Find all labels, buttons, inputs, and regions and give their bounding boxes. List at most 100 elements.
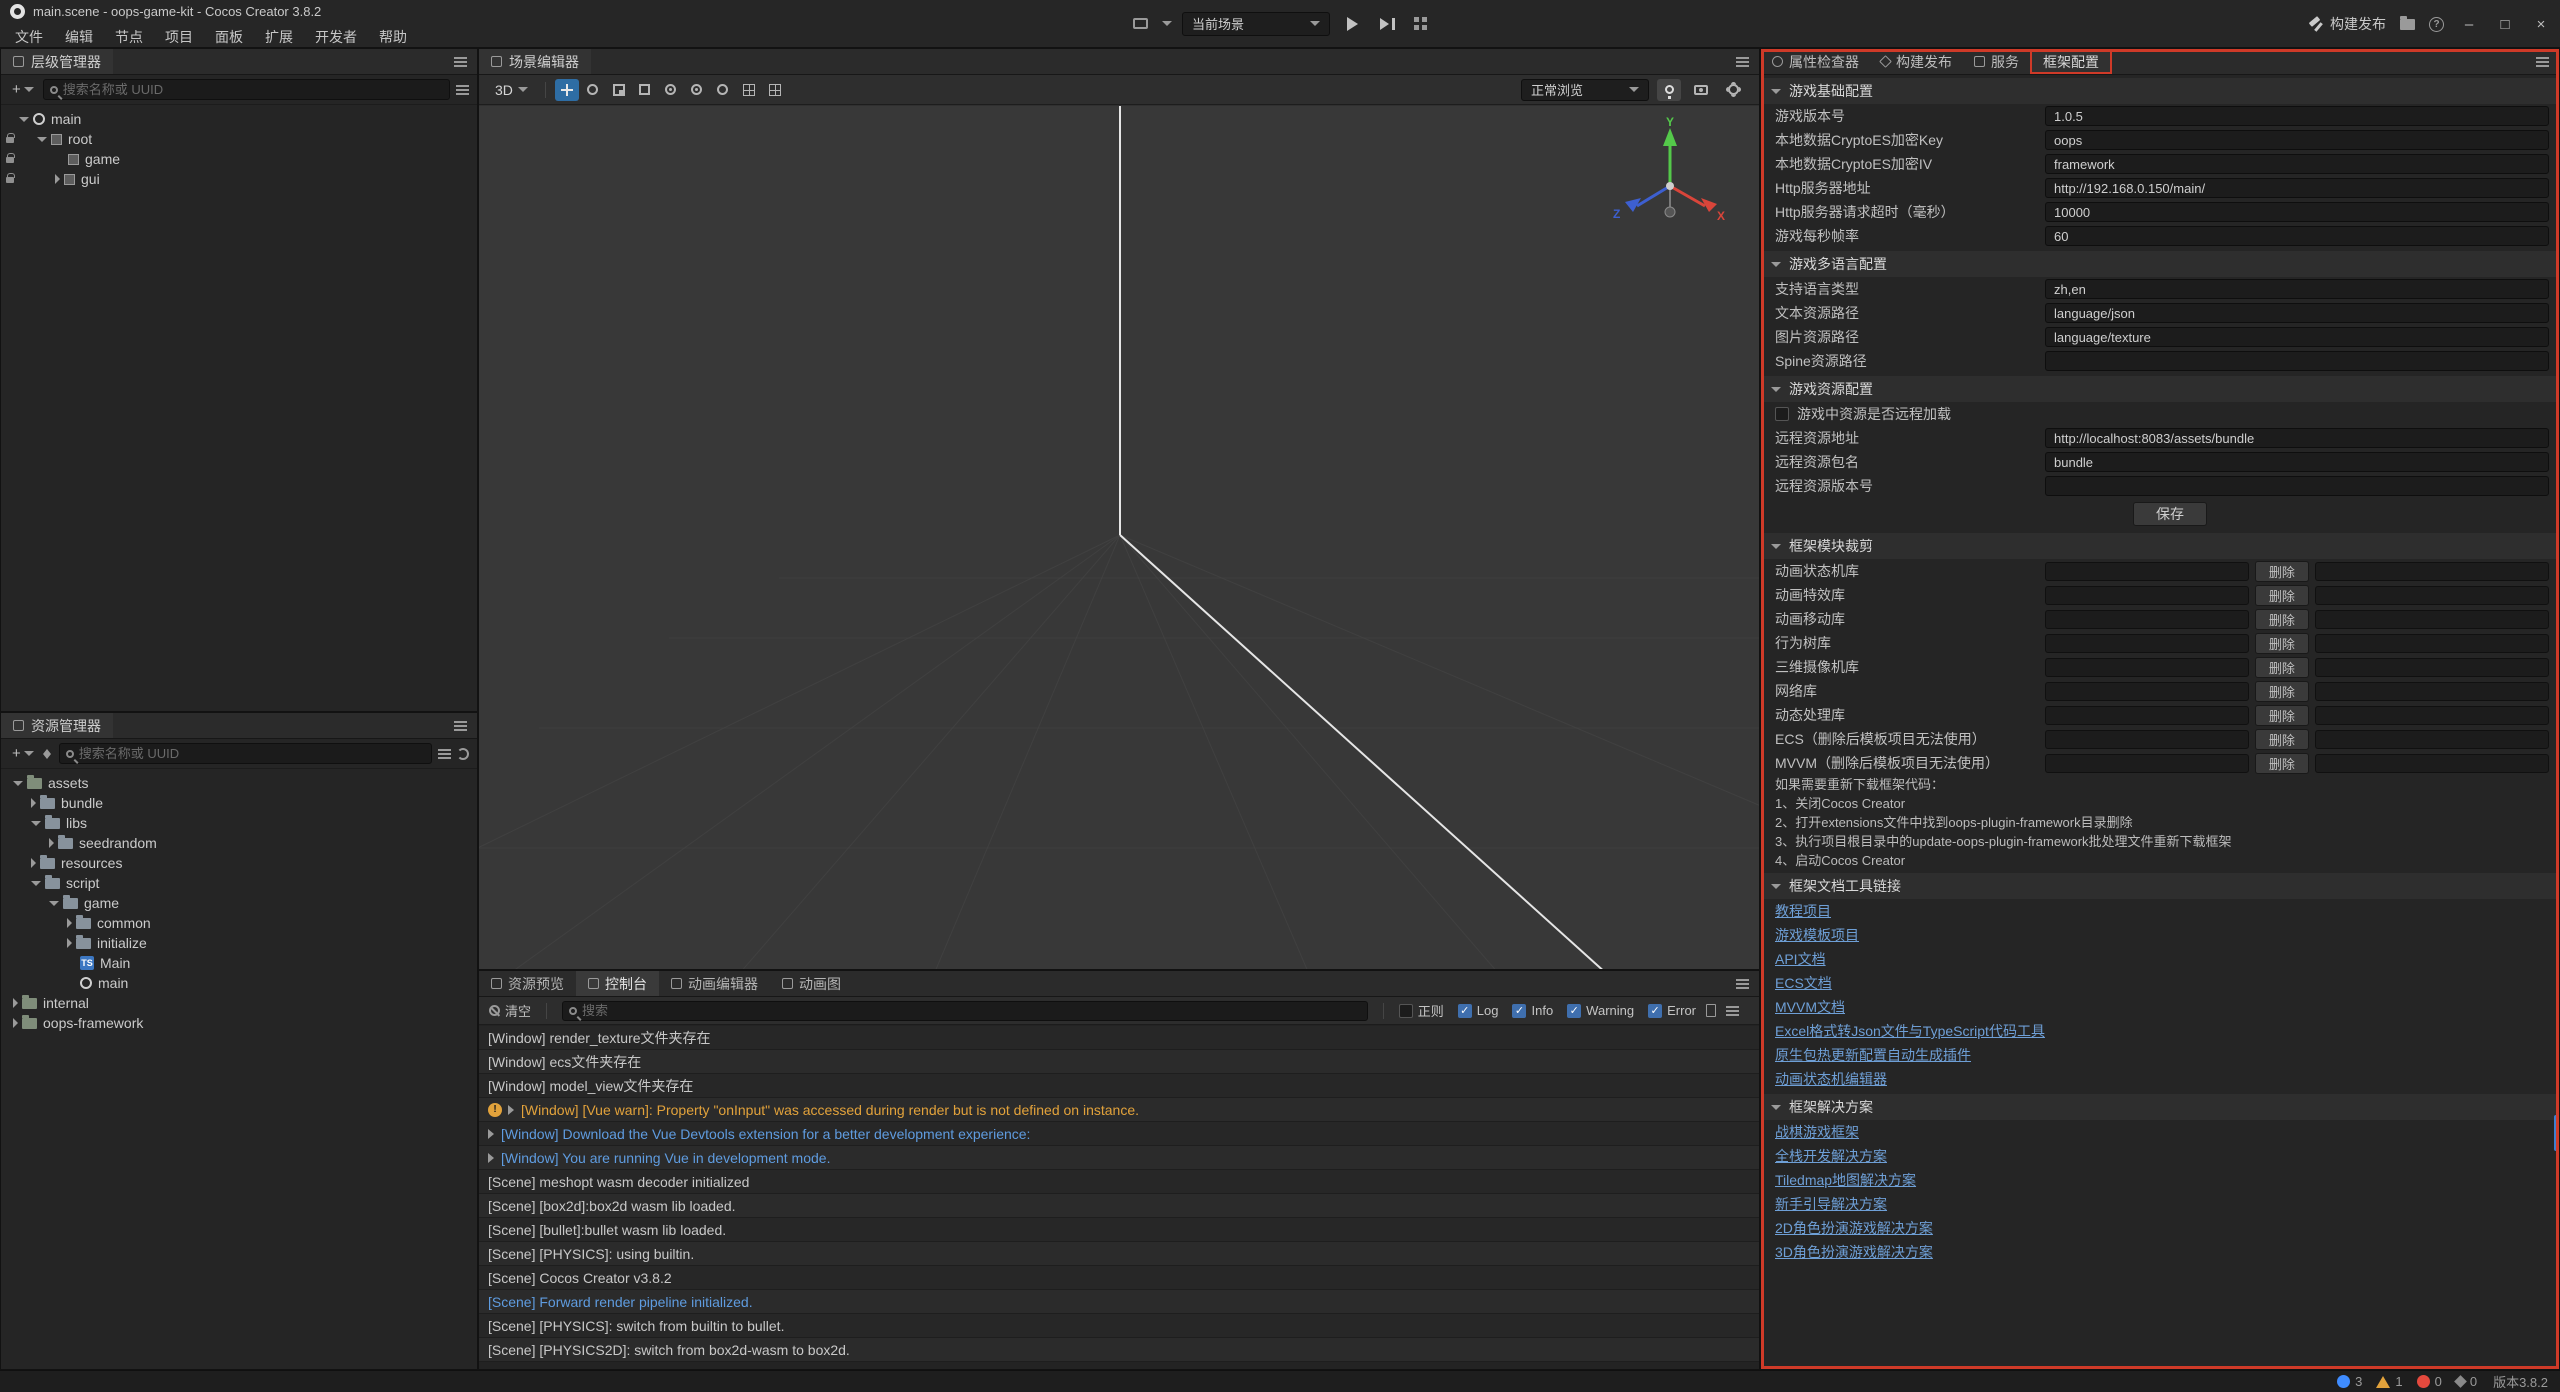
sort-icon[interactable]	[43, 748, 53, 760]
console-tab-2[interactable]: 控制台	[576, 971, 659, 996]
doc-link[interactable]: API文档	[1761, 947, 1826, 971]
delete-button[interactable]: 删除	[2255, 633, 2309, 654]
doc-link[interactable]: ECS文档	[1761, 971, 1832, 995]
rotate-tool[interactable]	[581, 79, 605, 101]
asset-node-internal[interactable]: internal	[1, 993, 477, 1013]
filter-Info[interactable]: ✓Info	[1512, 1001, 1553, 1020]
asset-node-assets[interactable]: assets	[1, 773, 477, 793]
config-input[interactable]	[2045, 106, 2549, 126]
panel-menu-icon[interactable]	[1726, 1010, 1739, 1012]
doc-link[interactable]: 游戏模板项目	[1761, 923, 1859, 947]
open-project-folder-icon[interactable]	[2400, 19, 2415, 30]
filter-正则[interactable]: 正则	[1399, 1001, 1444, 1020]
menu-item-1[interactable]: 文件	[4, 24, 54, 50]
log-row[interactable]: [Window] You are running Vue in developm…	[479, 1146, 1759, 1170]
expand-arrow-icon[interactable]	[67, 918, 72, 928]
asset-node-oops-framework[interactable]: oops-framework	[1, 1013, 477, 1033]
inspector-tab-3[interactable]: 服务	[1963, 49, 2030, 74]
asset-node-game[interactable]: game	[1, 893, 477, 913]
tab-assets[interactable]: 资源管理器	[1, 713, 113, 738]
config-input[interactable]	[2045, 226, 2549, 246]
checkbox-icon[interactable]: ✓	[1648, 1004, 1662, 1018]
camera-button[interactable]	[1689, 79, 1713, 101]
filter-Warning[interactable]: ✓Warning	[1567, 1001, 1634, 1020]
log-row[interactable]: [Window] model_view文件夹存在	[479, 1074, 1759, 1098]
menu-item-2[interactable]: 编辑	[54, 24, 104, 50]
device-caret-icon[interactable]	[1162, 21, 1172, 26]
checkbox-icon[interactable]: ✓	[1567, 1004, 1581, 1018]
menu-item-4[interactable]: 项目	[154, 24, 204, 50]
log-row[interactable]: [Scene] [PHYSICS]: using builtin.	[479, 1242, 1759, 1266]
assets-search-input[interactable]	[79, 746, 425, 761]
checkbox-icon[interactable]: ✓	[1458, 1004, 1472, 1018]
light-toggle[interactable]	[1657, 79, 1681, 101]
maximize-button[interactable]: □	[2494, 16, 2516, 33]
filter-icon[interactable]	[438, 753, 451, 755]
delete-button[interactable]: 删除	[2255, 705, 2309, 726]
config-input[interactable]	[2045, 154, 2549, 174]
delete-button[interactable]: 删除	[2255, 657, 2309, 678]
preview-device-icon[interactable]	[1128, 12, 1152, 36]
assets-search[interactable]	[59, 743, 432, 764]
asset-node-common[interactable]: common	[1, 913, 477, 933]
config-input[interactable]	[2045, 452, 2549, 472]
log-row[interactable]: ![Window] [Vue warn]: Property "onInput"…	[479, 1098, 1759, 1122]
expand-arrow-icon[interactable]	[488, 1129, 494, 1139]
move-tool[interactable]	[555, 79, 579, 101]
config-input[interactable]	[2045, 130, 2549, 150]
play-button[interactable]	[1340, 12, 1364, 36]
solution-link[interactable]: 全栈开发解决方案	[1761, 1144, 1887, 1168]
gear-button[interactable]	[1721, 79, 1745, 101]
checkbox-icon[interactable]: ✓	[1512, 1004, 1526, 1018]
expand-arrow-icon[interactable]	[508, 1105, 514, 1115]
asset-node-Main[interactable]: TSMain	[1, 953, 477, 973]
panel-menu-icon[interactable]	[454, 725, 467, 727]
solution-link[interactable]: 3D角色扮演游戏解决方案	[1761, 1240, 1933, 1264]
panel-menu-icon[interactable]	[1736, 61, 1749, 63]
log-row[interactable]: [Window] Download the Vue Devtools exten…	[479, 1122, 1759, 1146]
panel-menu-icon[interactable]	[1736, 983, 1749, 985]
step-button[interactable]	[1374, 12, 1398, 36]
tab-scene-editor[interactable]: 场景编辑器	[479, 49, 591, 74]
close-button[interactable]: ×	[2530, 16, 2552, 33]
console-search-input[interactable]	[582, 1003, 1361, 1018]
doc-link[interactable]: 动画状态机编辑器	[1761, 1067, 1887, 1091]
console-tab-3[interactable]: 动画编辑器	[659, 971, 770, 996]
delete-button[interactable]: 删除	[2255, 729, 2309, 750]
asset-node-initialize[interactable]: initialize	[1, 933, 477, 953]
log-row[interactable]: [Scene] meshopt wasm decoder initialized	[479, 1170, 1759, 1194]
create-node-button[interactable]: +	[9, 81, 37, 98]
section-header[interactable]: 游戏资源配置	[1761, 376, 2559, 402]
config-input[interactable]	[2045, 351, 2549, 371]
log-row[interactable]: [Scene] [PHYSICS2D]: switch from box2d-w…	[479, 1338, 1759, 1362]
asset-node-main[interactable]: main	[1, 973, 477, 993]
remote-load-checkbox-row[interactable]: 游戏中资源是否远程加载	[1761, 402, 2559, 426]
save-button[interactable]: 保存	[2133, 502, 2207, 526]
expand-arrow-icon[interactable]	[13, 781, 23, 786]
expand-arrow-icon[interactable]	[31, 881, 41, 886]
hierarchy-search[interactable]	[43, 79, 450, 100]
view-mode-dropdown[interactable]: 正常浏览	[1521, 79, 1649, 101]
expand-arrow-icon[interactable]	[13, 1018, 18, 1028]
log-row[interactable]: [Window] render_texture文件夹存在	[479, 1026, 1759, 1050]
asset-node-seedrandom[interactable]: seedrandom	[1, 833, 477, 853]
config-input[interactable]	[2045, 428, 2549, 448]
hierarchy-node-game[interactable]: game	[1, 149, 477, 169]
section-header[interactable]: 框架文档工具链接	[1761, 873, 2559, 899]
scene-dropdown[interactable]: 当前场景	[1182, 12, 1330, 36]
config-input[interactable]	[2045, 202, 2549, 222]
config-input[interactable]	[2045, 178, 2549, 198]
checkbox-icon[interactable]	[1775, 407, 1789, 421]
layout-icon[interactable]	[1408, 12, 1432, 36]
filter-Log[interactable]: ✓Log	[1458, 1001, 1499, 1020]
scene-viewport[interactable]: Y X Z	[479, 106, 1759, 969]
delete-button[interactable]: 删除	[2255, 561, 2309, 582]
filter-icon[interactable]	[456, 89, 469, 91]
collapse-logs-icon[interactable]	[1706, 1004, 1716, 1017]
scrollbar-thumb[interactable]	[2554, 1115, 2558, 1151]
menu-item-3[interactable]: 节点	[104, 24, 154, 50]
menu-item-8[interactable]: 帮助	[368, 24, 418, 50]
log-row[interactable]: [Scene] [bullet]:bullet wasm lib loaded.	[479, 1218, 1759, 1242]
panel-menu-icon[interactable]	[454, 61, 467, 63]
expand-arrow-icon[interactable]	[31, 821, 41, 826]
